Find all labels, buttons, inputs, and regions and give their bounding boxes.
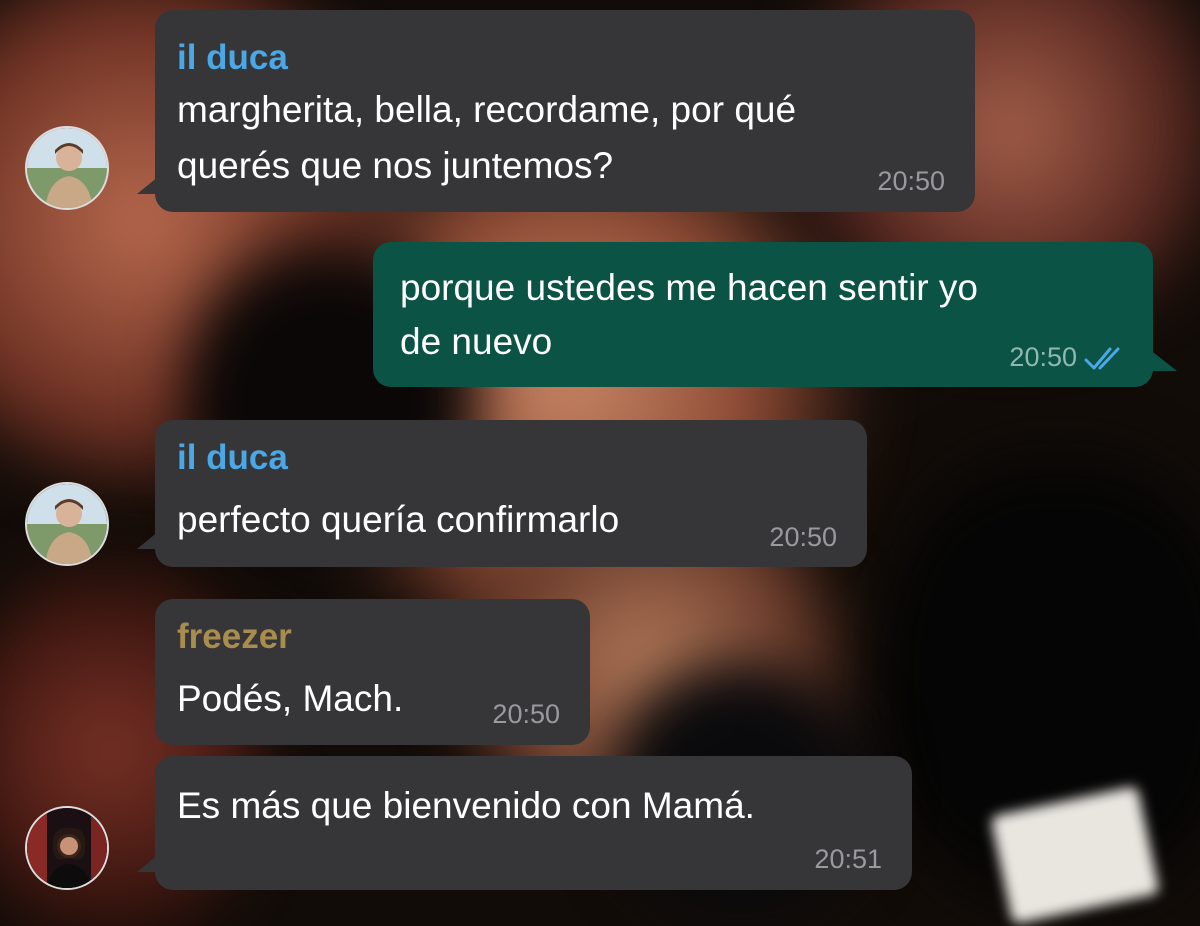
message-bubble[interactable]: il duca margherita, bella, recordame, po… bbox=[137, 10, 975, 212]
message-sender: il duca bbox=[177, 38, 288, 77]
message-text-line: querés que nos juntemos? bbox=[177, 145, 614, 186]
message-sender: il duca bbox=[177, 438, 288, 477]
message-timestamp: 20:50 bbox=[492, 699, 560, 729]
message-timestamp: 20:50 bbox=[877, 166, 945, 196]
message-bubble[interactable]: freezer Podés, Mach. 20:50 bbox=[155, 599, 590, 745]
message-text-line: Podés, Mach. bbox=[177, 678, 404, 719]
avatar-freezer[interactable] bbox=[25, 806, 109, 890]
message-bubble[interactable]: Es más que bienvenido con Mamá. 20:51 bbox=[137, 756, 912, 890]
double-check-icon bbox=[1084, 347, 1120, 370]
message-text-line: margherita, bella, recordame, por qué bbox=[177, 89, 797, 130]
message-text-line: perfecto quería confirmarlo bbox=[177, 499, 620, 540]
message-text-line: de nuevo bbox=[400, 321, 553, 362]
avatar-il-duca[interactable] bbox=[25, 482, 109, 566]
message-timestamp: 20:51 bbox=[814, 844, 882, 874]
message-bubble-outgoing[interactable]: porque ustedes me hacen sentir yo de nue… bbox=[373, 242, 1177, 387]
message-bubble[interactable]: il duca perfecto quería confirmarlo 20:5… bbox=[137, 420, 867, 567]
message-text-line: porque ustedes me hacen sentir yo bbox=[400, 267, 978, 308]
avatar-il-duca[interactable] bbox=[25, 126, 109, 210]
message-timestamp: 20:50 bbox=[1009, 342, 1077, 372]
message-text-line: Es más que bienvenido con Mamá. bbox=[177, 785, 755, 826]
message-sender: freezer bbox=[177, 617, 292, 656]
message-timestamp: 20:50 bbox=[769, 522, 837, 552]
